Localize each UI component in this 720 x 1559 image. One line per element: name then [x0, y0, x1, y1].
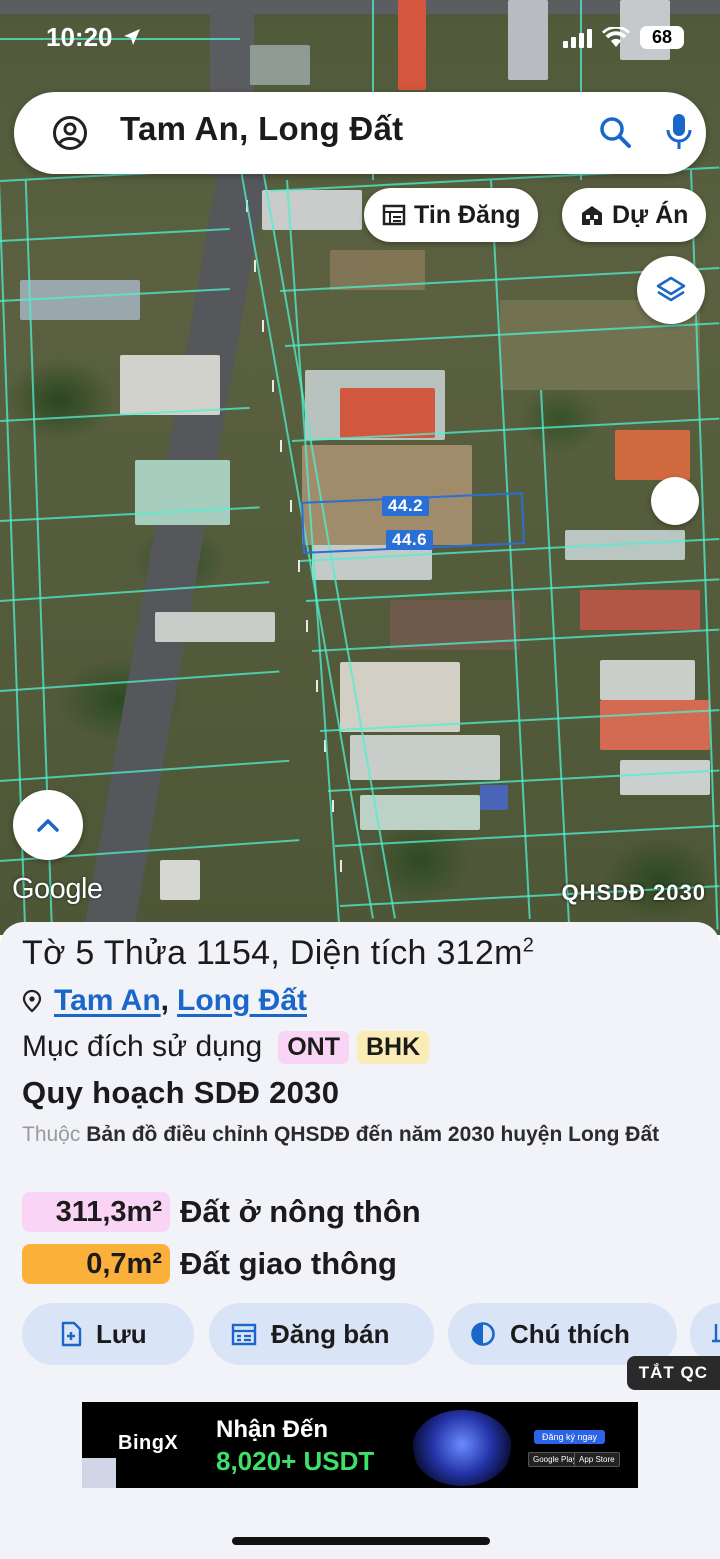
building [600, 700, 710, 750]
building [135, 460, 230, 525]
district-link[interactable]: Long Đất [177, 984, 307, 1018]
map-layer-badge: QHSDĐ 2030 [561, 880, 706, 905]
building [155, 612, 275, 642]
parcel-boundary [540, 389, 571, 930]
chevron-up-icon [37, 819, 59, 832]
parcel-dimension-bottom: 44.6 [386, 530, 434, 550]
ad-artwork [412, 1410, 512, 1486]
adchoices-icon[interactable] [82, 1458, 116, 1488]
cellular-signal-icon [563, 28, 592, 48]
projects-chip[interactable]: Dự Án [562, 188, 707, 242]
calendar-list-icon [231, 1323, 257, 1346]
save-label: Lưu [96, 1318, 147, 1349]
plan-desc-text: Bản đồ điều chỉnh QHSDĐ đến năm 2030 huy… [86, 1123, 660, 1146]
area-row-residential: 311,3m² Đất ở nông thôn [22, 1192, 421, 1232]
location-arrow-icon [123, 29, 140, 45]
location-separator: , [160, 984, 170, 1017]
road-marking [272, 380, 274, 392]
road-marking [340, 860, 342, 872]
area-value: 0,7m² [22, 1244, 170, 1284]
save-document-icon [61, 1321, 82, 1347]
plan-description: Thuộc Bản đồ điều chỉnh QHSDĐ đến năm 20… [22, 1119, 702, 1151]
layers-icon [656, 276, 686, 302]
share-icon [712, 1324, 720, 1343]
projects-chip-label: Dự Án [612, 200, 689, 229]
land-use-tag-bhk: BHK [357, 1030, 430, 1064]
building [580, 590, 700, 630]
ad-cta[interactable]: Đăng ký ngay [534, 1430, 606, 1444]
area-unit-superscript: 2 [522, 934, 535, 957]
legend-label: Chú thích [510, 1318, 630, 1349]
plan-prefix: Thuộc [22, 1123, 81, 1146]
building [120, 355, 220, 415]
ward-link[interactable]: Tam An [54, 984, 161, 1018]
building [340, 388, 435, 438]
battery-icon: 68 [640, 26, 684, 49]
map-view[interactable]: 44.2 44.6 10:20 68 Tam An, Long Đất Tin … [0, 0, 720, 935]
road-marking [306, 620, 308, 632]
road-marking [316, 680, 318, 692]
save-button[interactable]: Lưu [22, 1303, 194, 1365]
area-value: 311,3m² [22, 1192, 170, 1232]
parcel-title: Tờ 5 Thửa 1154, Diện tích 312m2 [22, 934, 534, 973]
building [620, 760, 710, 795]
building [615, 430, 690, 480]
land-use-purpose: Mục đích sử dụng ONT BHK [22, 1030, 430, 1064]
clock: 10:20 [46, 22, 113, 52]
area-label: Đất ở nông thôn [180, 1194, 421, 1229]
hide-ads-button[interactable]: TẮT QC [626, 1356, 720, 1390]
listing-icon [382, 204, 406, 226]
building [350, 735, 500, 780]
building [262, 190, 362, 230]
microphone-icon[interactable] [664, 112, 694, 152]
road [0, 0, 720, 14]
ad-banner[interactable]: BingX Nhận Đến 8,020+ USDT Đăng ký ngay … [82, 1402, 638, 1488]
listings-chip[interactable]: Tin Đăng [364, 188, 539, 242]
wifi-icon [602, 26, 630, 47]
post-sale-button[interactable]: Đăng bán [209, 1303, 434, 1365]
ad-headline: Nhận Đến [216, 1416, 329, 1443]
road-marking [290, 500, 292, 512]
road-marking [280, 440, 282, 452]
listings-chip-label: Tin Đăng [414, 200, 521, 229]
post-sale-label: Đăng bán [271, 1318, 390, 1349]
parcel-dimension-top: 44.2 [382, 496, 430, 516]
building [340, 662, 460, 732]
my-location-button[interactable] [651, 477, 699, 525]
purpose-label: Mục đích sử dụng [22, 1030, 263, 1063]
search-bar[interactable]: Tam An, Long Đất [14, 92, 706, 174]
parcel-location: Tam An, Long Đất [22, 984, 307, 1018]
account-icon[interactable] [52, 115, 88, 151]
contrast-icon [471, 1322, 495, 1346]
ad-brand: BingX [118, 1432, 179, 1454]
home-indicator[interactable] [232, 1537, 490, 1545]
road-marking [332, 800, 334, 812]
status-bar: 10:20 68 [0, 22, 720, 58]
plan-title: Quy hoạch SDĐ 2030 [22, 1075, 340, 1110]
building [480, 785, 508, 810]
land-use-tag-ont: ONT [278, 1030, 349, 1064]
building [160, 860, 200, 900]
location-pin-icon [22, 989, 42, 1013]
search-icon[interactable] [597, 114, 633, 150]
parcel-title-text: Tờ 5 Thửa 1154, Diện tích 312m [22, 934, 523, 972]
google-logo: Google [12, 873, 103, 905]
parcel-boundary [0, 227, 230, 242]
building [600, 660, 695, 700]
layers-button[interactable] [637, 256, 705, 324]
status-time: 10:20 [46, 22, 142, 53]
ad-amount: 8,020+ USDT [216, 1446, 375, 1476]
building-icon [582, 206, 602, 225]
status-icons: 68 [563, 26, 684, 49]
app-store-badge[interactable]: App Store [574, 1452, 620, 1467]
area-label: Đất giao thông [180, 1246, 397, 1281]
road-marking [262, 320, 264, 332]
expand-sheet-button[interactable] [13, 790, 83, 860]
area-row-transport: 0,7m² Đất giao thông [22, 1244, 397, 1284]
search-query[interactable]: Tam An, Long Đất [120, 110, 403, 148]
